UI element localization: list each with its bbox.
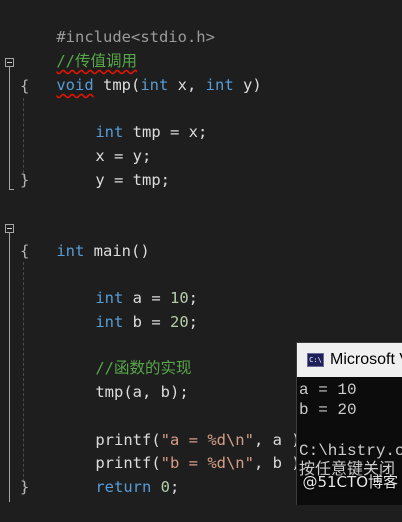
- fold-end: [9, 189, 14, 190]
- console-line: a = 10: [299, 381, 357, 399]
- keyword-int: int: [205, 76, 234, 94]
- console-title-bar[interactable]: C:\ Microsoft Visual Studio 调试控制台: [297, 343, 402, 377]
- code-line-return: return 0;: [58, 453, 179, 496]
- keyword-return: return: [95, 478, 152, 496]
- code-line-include: #include<stdio.h>: [19, 3, 215, 46]
- semicolon: ;: [170, 478, 180, 496]
- keyword-void: void: [56, 76, 94, 94]
- open-brace: {: [20, 242, 30, 260]
- console-app-icon: C:\: [307, 353, 324, 367]
- fold-line: [9, 67, 10, 189]
- console-title: Microsoft Visual Studio 调试控制台: [330, 351, 402, 368]
- code-line-comment: //传值调用: [19, 27, 137, 70]
- code-line-swap-signature: void tmp(int x, int y): [19, 51, 261, 94]
- keyword-int: int: [140, 76, 169, 94]
- code-line-main-signature: int main(): [19, 217, 149, 260]
- function-name-tmp: tmp: [103, 76, 131, 94]
- number-0: 0: [151, 478, 170, 496]
- indent-guide: [23, 262, 24, 492]
- semicolon: ;: [188, 313, 199, 331]
- function-name-main: main(): [84, 242, 150, 260]
- console-line: b = 20: [299, 401, 357, 419]
- code-line-decl-a: int a = 10;: [58, 264, 198, 307]
- call-tmp: tmp(a, b);: [95, 383, 189, 401]
- collapse-main-function-icon[interactable]: [5, 224, 14, 233]
- assign-y: y = tmp;: [95, 171, 170, 189]
- number-20: 20: [170, 313, 189, 331]
- code-line-printf-a: printf("a = %d\n", a );: [58, 406, 310, 449]
- decl-b: b =: [123, 313, 170, 331]
- code-line-call-tmp: tmp(a, b);: [58, 358, 188, 401]
- keyword-int: int: [56, 242, 85, 260]
- watermark: @51CTO博客: [302, 473, 398, 491]
- open-brace: {: [20, 77, 30, 95]
- paren: (: [131, 76, 141, 94]
- fold-line: [9, 233, 10, 502]
- param-y: y): [233, 76, 262, 94]
- code-line-comment-impl: //函数的实现: [58, 334, 191, 377]
- code-line-decl-b: int b = 20;: [58, 288, 198, 331]
- code-line-printf-b: printf("b = %d\n", b );: [58, 429, 310, 472]
- close-brace: }: [20, 478, 30, 496]
- param-x: x,: [168, 76, 206, 94]
- console-line: C:\histry.c: [299, 442, 402, 460]
- code-line-assign-x: x = y;: [58, 122, 151, 165]
- close-brace: }: [20, 171, 30, 189]
- code-line-assign-y: y = tmp;: [58, 146, 170, 189]
- code-line-decl-tmp: int tmp = x;: [58, 98, 207, 141]
- collapse-swap-function-icon[interactable]: [5, 58, 14, 67]
- keyword-int: int: [95, 313, 124, 331]
